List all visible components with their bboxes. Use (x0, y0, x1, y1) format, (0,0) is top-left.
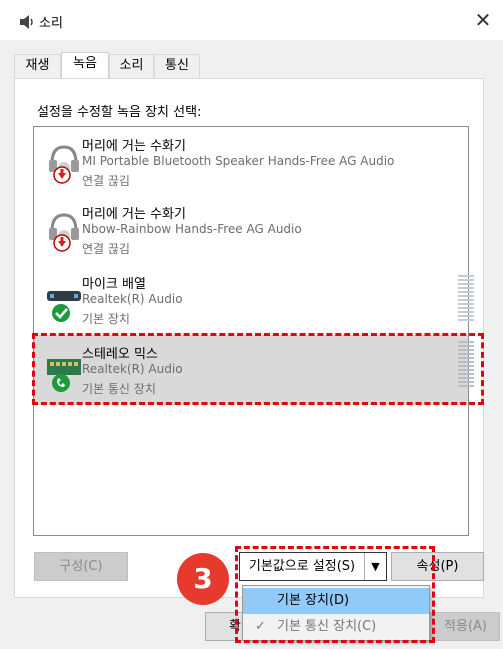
device-item-microphone-array[interactable]: 마이크 배열 Realtek(R) Audio 기본 장치 (34, 265, 474, 335)
device-driver: Realtek(R) Audio (82, 292, 183, 306)
tab-playback[interactable]: 재생 (14, 54, 61, 78)
title-bar: 소리 ✕ (0, 0, 503, 40)
device-status: 기본 장치 (82, 312, 130, 326)
device-name: 머리에 거는 수화기 (82, 207, 186, 222)
tab-communications[interactable]: 통신 (154, 54, 200, 78)
close-icon[interactable]: ✕ (463, 0, 503, 40)
device-item-mi-headset[interactable]: 머리에 거는 수화기 MI Portable Bluetooth Speaker… (34, 127, 468, 197)
device-name: 마이크 배열 (82, 277, 146, 292)
device-status: 연결 끊김 (82, 174, 130, 188)
device-driver: Nbow-Rainbow Hands-Free AG Audio (82, 222, 302, 236)
recording-device-list[interactable]: 머리에 거는 수화기 MI Portable Bluetooth Speaker… (33, 126, 474, 536)
configure-button[interactable]: 구성(C) (34, 552, 128, 581)
device-item-nbow-headset[interactable]: 머리에 거는 수화기 Nbow-Rainbow Hands-Free AG Au… (34, 195, 468, 265)
microphone-array-icon (47, 291, 81, 322)
highlight-selected-device (32, 333, 484, 405)
tab-sounds[interactable]: 소리 (109, 54, 154, 78)
window-title: 소리 (39, 16, 63, 31)
device-select-prompt: 설정을 수정할 녹음 장치 선택: (37, 105, 202, 120)
headset-icon (49, 213, 79, 252)
level-meter (458, 275, 474, 321)
device-driver: MI Portable Bluetooth Speaker Hands-Free… (82, 154, 395, 168)
apply-button[interactable]: 적용(A) (426, 612, 500, 641)
headset-icon (49, 145, 79, 184)
highlight-set-default-menu (235, 546, 435, 643)
speaker-icon (20, 15, 33, 29)
device-name: 머리에 거는 수화기 (82, 139, 186, 154)
device-status: 연결 끊김 (82, 242, 130, 256)
tab-recording[interactable]: 녹음 (61, 52, 109, 79)
step-number-badge: 3 (177, 553, 229, 605)
